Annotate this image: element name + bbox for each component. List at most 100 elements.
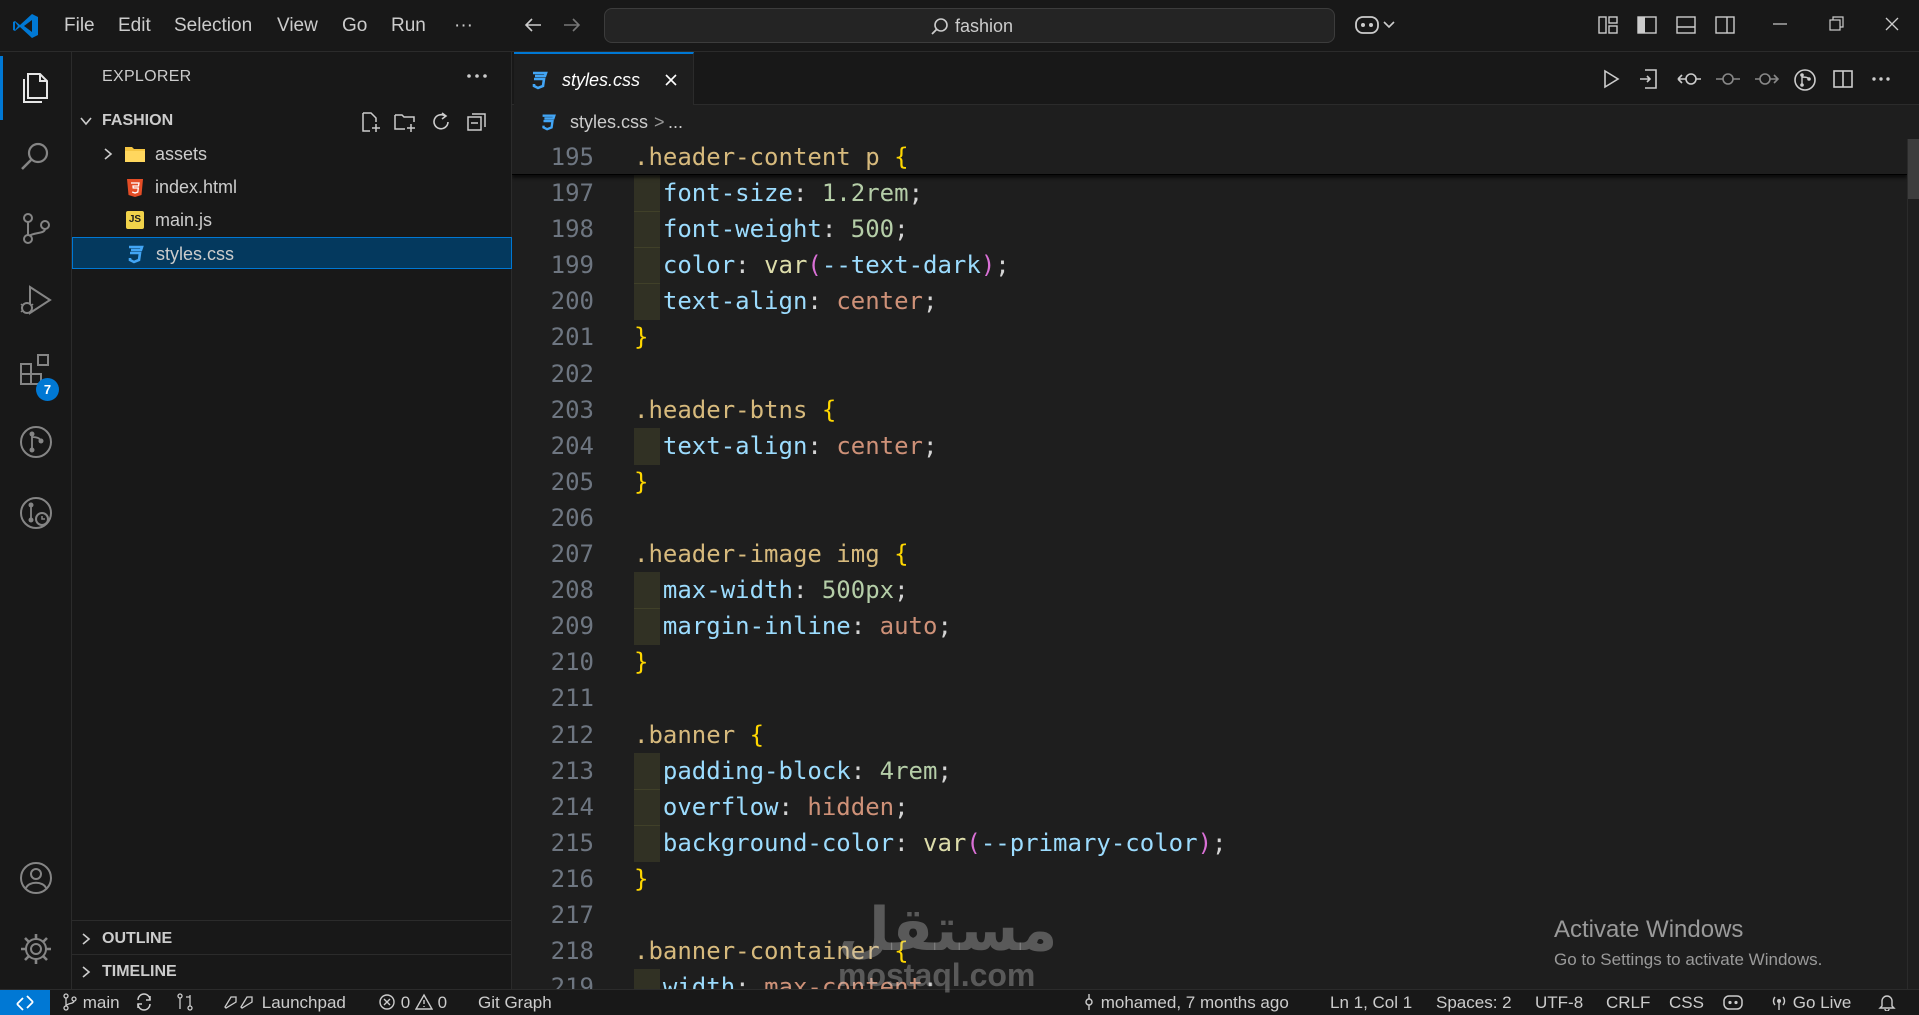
cursor-position[interactable]: Ln 1, Col 1 [1330, 993, 1412, 1015]
timeline-header[interactable]: TIMELINE [72, 957, 512, 987]
branch-status[interactable]: main [62, 993, 120, 1015]
blame-status[interactable]: mohamed, 7 months ago [1082, 993, 1289, 1015]
explorer-icon[interactable] [18, 68, 54, 104]
code-line[interactable]: 205} [512, 464, 1907, 500]
sticky-scroll-line[interactable]: 195 .header-content p { [512, 139, 1907, 175]
breadcrumb-symbols[interactable]: ... [668, 112, 683, 133]
code-line[interactable]: 215 background-color: var(--primary-colo… [512, 824, 1907, 862]
code-line[interactable]: 201} [512, 319, 1907, 355]
sync-icon[interactable] [134, 993, 154, 1015]
restore-icon[interactable] [1826, 14, 1846, 34]
code-line[interactable]: 200 text-align: center; [512, 283, 1907, 321]
toggle-primary-sidebar-icon[interactable] [1636, 14, 1658, 36]
code-line[interactable]: 199 color: var(--text-dark); [512, 247, 1907, 285]
minimize-icon[interactable] [1770, 14, 1790, 34]
tree-item-assets[interactable]: assets [72, 138, 512, 170]
search-icon[interactable] [18, 139, 54, 175]
tab-styles-css[interactable]: styles.css [514, 52, 694, 105]
collapse-all-icon[interactable] [465, 110, 489, 134]
notifications-bell-icon[interactable] [1878, 993, 1896, 1015]
git-graph-status[interactable]: Git Graph [478, 993, 552, 1015]
breadcrumb-file[interactable]: styles.css [570, 112, 648, 133]
code-line[interactable]: 208 max-width: 500px; [512, 572, 1907, 610]
close-window-icon[interactable] [1882, 14, 1902, 34]
back-arrow-icon[interactable] [522, 14, 544, 36]
code-line[interactable]: 203 .header-btns { [512, 392, 1907, 428]
indentation[interactable]: Spaces: 2 [1436, 993, 1512, 1015]
launchpad-label: Launchpad [261, 993, 346, 1012]
code-editor[interactable]: 195 .header-content p { 197 font-size: 1… [512, 139, 1907, 989]
remote-indicator[interactable] [0, 990, 50, 1015]
go-live-status[interactable]: Go Live [1770, 993, 1851, 1015]
open-changes-icon[interactable] [1676, 68, 1702, 90]
code-line[interactable]: 209 margin-inline: auto; [512, 608, 1907, 646]
git-graph-icon[interactable] [18, 424, 54, 460]
code-line[interactable]: 212 .banner { [512, 717, 1907, 753]
code-line[interactable]: 198 font-weight: 500; [512, 211, 1907, 249]
code-line[interactable]: 202 [512, 356, 1907, 392]
tree-item-label: index.html [155, 177, 238, 197]
next-revision-icon[interactable] [1754, 68, 1780, 90]
new-file-icon[interactable] [358, 110, 382, 134]
css-property: text-align [662, 431, 808, 460]
commit-icon [1085, 994, 1093, 1010]
menu-run[interactable]: Run [389, 12, 428, 40]
refresh-icon[interactable] [429, 110, 453, 134]
menu-edit[interactable]: Edit [116, 12, 153, 40]
accounts-icon[interactable] [18, 860, 54, 896]
open-preview-icon[interactable] [1638, 68, 1660, 90]
editor-scrollbar[interactable] [1907, 139, 1919, 989]
tree-item-index-html[interactable]: index.html [72, 171, 512, 203]
brace: { [894, 540, 909, 568]
menu-file[interactable]: File [62, 12, 97, 40]
menu-view[interactable]: View [275, 12, 320, 40]
tree-item-main-js[interactable]: JS main.js [72, 204, 512, 236]
forward-arrow-icon[interactable] [561, 14, 583, 36]
code-line[interactable]: 216} [512, 861, 1907, 897]
copilot-icon[interactable] [1354, 12, 1398, 38]
close-tab-icon[interactable] [662, 71, 680, 89]
run-code-icon[interactable] [1600, 68, 1622, 90]
outline-header[interactable]: OUTLINE [72, 924, 512, 954]
code-line[interactable]: 211 [512, 680, 1907, 716]
gitlens-icon[interactable] [18, 495, 54, 531]
css-value: hidden [807, 792, 895, 821]
problems-status[interactable]: 0 0 [378, 993, 447, 1015]
command-center-search[interactable]: fashion [604, 8, 1335, 43]
editor-more-icon[interactable] [1870, 68, 1892, 90]
code-line[interactable]: 206 [512, 500, 1907, 536]
end-of-line[interactable]: CRLF [1606, 993, 1650, 1015]
toggle-panel-icon[interactable] [1675, 14, 1697, 36]
more-actions-icon[interactable] [465, 66, 489, 86]
git-compare-icon[interactable] [176, 993, 194, 1015]
previous-revision-icon[interactable] [1715, 68, 1741, 90]
launchpad-status[interactable]: Launchpad [221, 993, 346, 1015]
code-line[interactable]: 204 text-align: center; [512, 427, 1907, 465]
code-line[interactable]: 213 padding-block: 4rem; [512, 752, 1907, 790]
css-value: 1.2rem [821, 179, 909, 207]
customize-layout-icon[interactable] [1597, 14, 1619, 36]
gitlens-inspect-icon[interactable] [1793, 68, 1817, 92]
new-folder-icon[interactable] [393, 110, 417, 134]
code-line[interactable]: 210} [512, 644, 1907, 680]
menu-go[interactable]: Go [340, 12, 369, 40]
semicolon: ; [995, 251, 1010, 280]
source-control-icon[interactable] [18, 210, 54, 246]
run-debug-icon[interactable] [18, 282, 54, 318]
encoding[interactable]: UTF-8 [1535, 993, 1583, 1015]
css-variable: --primary-color [980, 828, 1198, 857]
code-line[interactable]: 207 .header-image img { [512, 536, 1907, 572]
code-line[interactable]: 214 overflow: hidden; [512, 788, 1907, 826]
code-line[interactable]: 219 width: max-content; [512, 969, 1907, 989]
language-mode[interactable]: CSS [1669, 993, 1704, 1015]
menu-more[interactable]: ··· [452, 12, 475, 40]
scrollbar-thumb[interactable] [1908, 139, 1919, 199]
copilot-status-icon[interactable] [1722, 993, 1744, 1015]
split-editor-icon[interactable] [1832, 68, 1854, 90]
tree-item-styles-css[interactable]: styles.css [72, 237, 512, 269]
manage-gear-icon[interactable] [18, 931, 54, 967]
code-line[interactable]: 197 font-size: 1.2rem; [512, 175, 1907, 212]
toggle-secondary-sidebar-icon[interactable] [1714, 14, 1736, 36]
menu-selection[interactable]: Selection [172, 12, 254, 40]
vscode-logo-icon [12, 12, 40, 40]
